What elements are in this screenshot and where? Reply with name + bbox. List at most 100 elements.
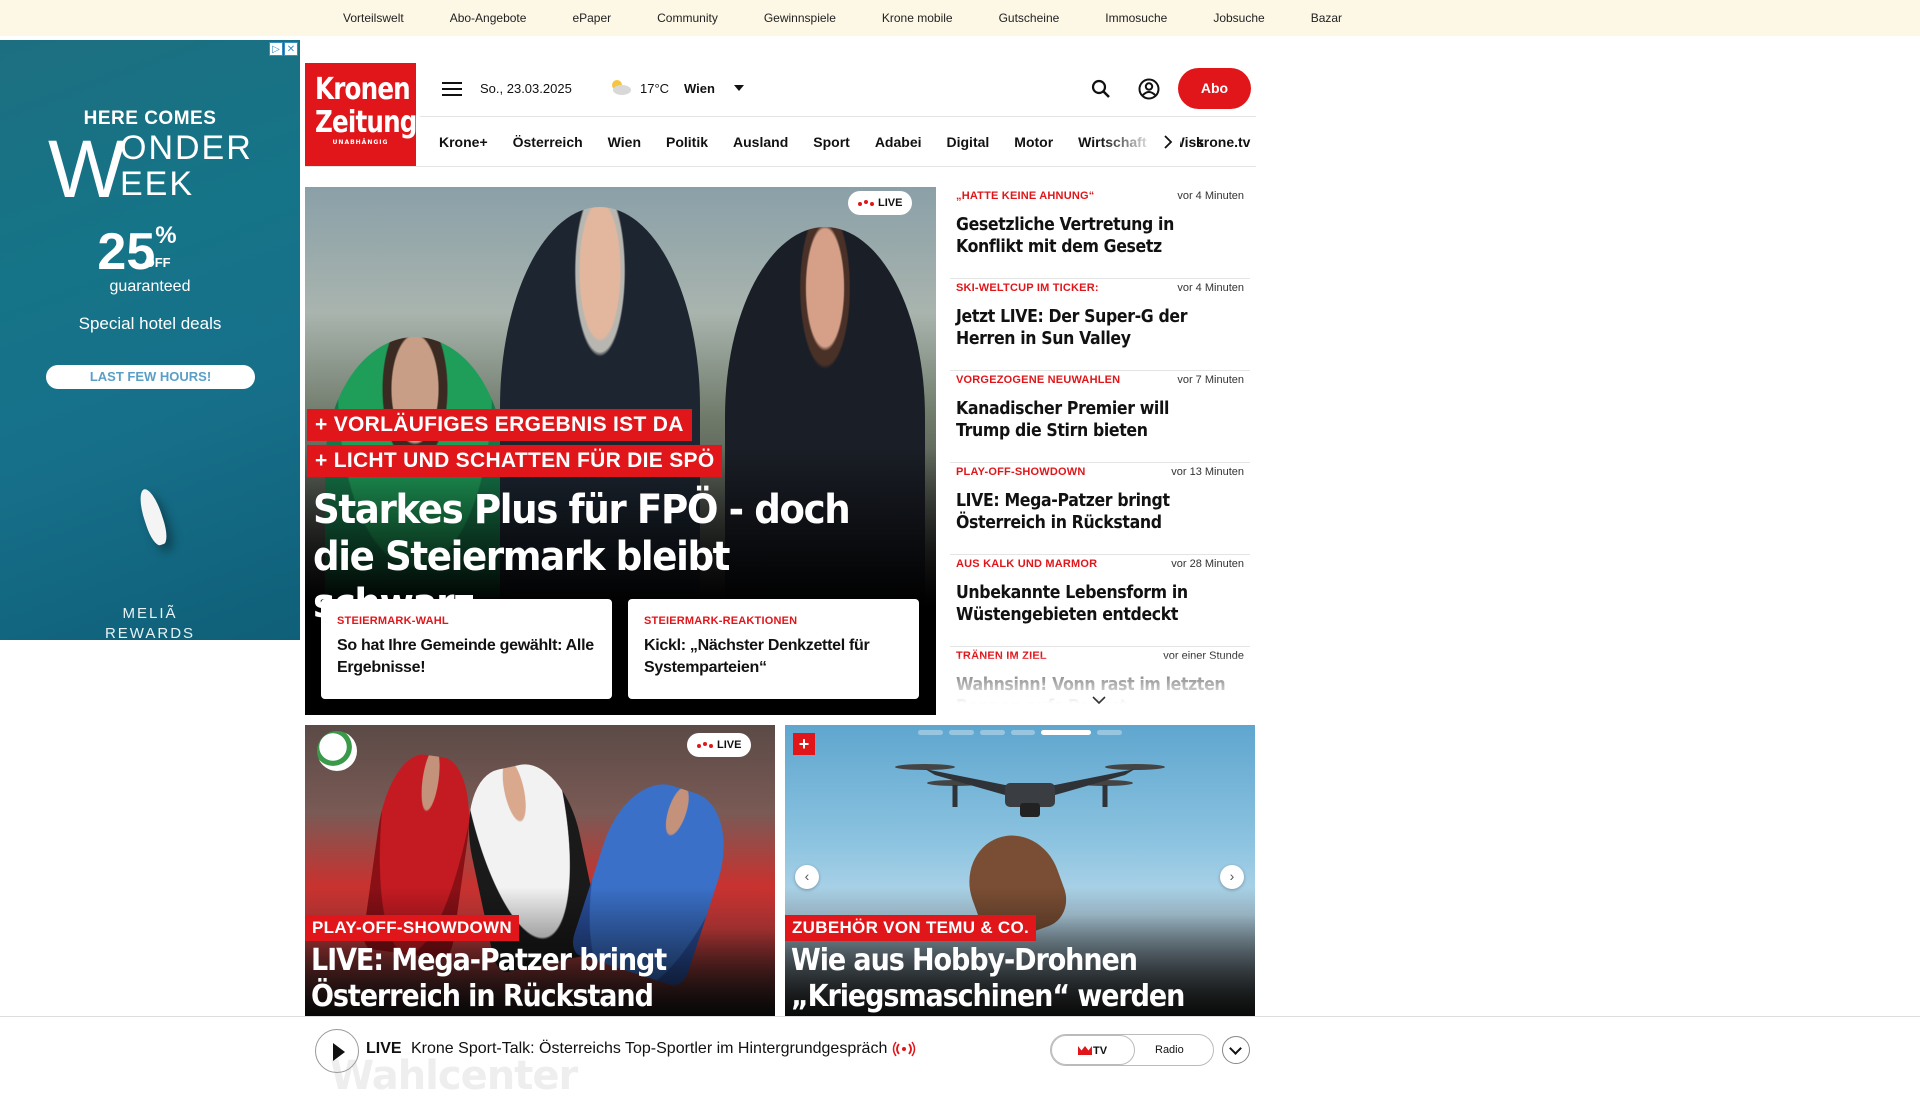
ad-sponsor-name: MELIÃ [122, 605, 178, 622]
nav-item[interactable]: Adabei [875, 134, 922, 150]
chevron-down-icon[interactable] [1092, 695, 1106, 705]
ad-discount-off: OFF [144, 255, 171, 270]
ticker-item[interactable]: VORGEZOGENE NEUWAHLEN vor 7 Minuten Kanadi… [950, 371, 1250, 463]
carousel-next-button[interactable]: › [1220, 865, 1244, 889]
ad-choices[interactable]: ▷ ✕ [268, 42, 298, 56]
ticker-time: vor 4 Minuten [1177, 282, 1244, 294]
nav-item[interactable]: Österreich [513, 134, 583, 150]
utility-link[interactable]: Gewinnspiele [764, 11, 836, 25]
carousel-prev-button[interactable]: ‹ [795, 865, 819, 889]
ad-deals: Special hotel deals [78, 314, 222, 333]
ad-headline: HERE COMES [83, 108, 217, 129]
card-title-line1: Wie aus Hobby-Drohnen [791, 943, 1138, 978]
nav-item[interactable]: Wien [608, 134, 641, 150]
ad-discount: 25% OFF [0, 222, 300, 282]
player-title[interactable]: Krone Sport-Talk: Österreichs Top-Sportl… [411, 1040, 887, 1058]
temperature: 17°C [640, 81, 670, 96]
article-card[interactable]: LIVE PLAY-OFF-SHOWDOWN LIVE: Mega-Patzer… [305, 725, 775, 1017]
crown-icon [1078, 1046, 1092, 1055]
ticker-time: vor 28 Minuten [1171, 558, 1244, 570]
kronen-zeitung-logo[interactable]: Kronen Zeitung UNABHÄNGIG [305, 63, 417, 166]
ticker-headline: LIVE: Mega-Patzer bringt Österreich in R… [956, 491, 1170, 533]
live-dots-icon [697, 742, 713, 748]
city-selector[interactable]: Wien [684, 81, 715, 96]
utility-link[interactable]: ePaper [572, 11, 611, 25]
tv-label: TV [1092, 1045, 1108, 1057]
hero-kicker-1[interactable]: + VORLÄUFIGES ERGEBNIS IST DA [307, 409, 692, 441]
ticker-headline: Unbekannte Lebensform in Wüstengebieten … [956, 583, 1188, 625]
expand-player-button[interactable] [1222, 1036, 1250, 1064]
utility-link[interactable]: Jobsuche [1213, 11, 1264, 25]
ad-close-icon[interactable]: ✕ [284, 42, 298, 56]
utility-link[interactable]: Community [657, 11, 718, 25]
utility-link[interactable]: Abo-Angebote [450, 11, 527, 25]
ticker-fade [950, 657, 1250, 715]
tv-radio-toggle[interactable]: TV Radio [1050, 1034, 1214, 1066]
ticker-headline: Kanadischer Premier will Trump die Stirn… [956, 399, 1170, 441]
live-badge-label: LIVE [717, 739, 742, 751]
news-ticker: „HATTE KEINE AHNUNG“ vor 4 Minuten Gesetzl… [950, 187, 1250, 715]
search-icon[interactable] [1091, 79, 1111, 99]
utility-link[interactable]: Bazar [1311, 11, 1342, 25]
ticker-item[interactable]: „HATTE KEINE AHNUNG“ vor 4 Minuten Gesetzl… [950, 187, 1250, 279]
account-icon[interactable] [1138, 78, 1160, 100]
ticker-item[interactable]: PLAY-OFF-SHOWDOWN vor 13 Minuten LIVE: Meg… [950, 463, 1250, 555]
article-card[interactable]: + ‹ › ZUBEHÖR VON TEMU & CO. Wie aus Hob… [785, 725, 1255, 1017]
nav-item[interactable]: Digital [947, 134, 990, 150]
utility-link[interactable]: Gutscheine [999, 11, 1060, 25]
hero-subcard[interactable]: STEIERMARK-REAKTIONEN Kickl: „Nächster D… [628, 599, 919, 699]
card-title-line2: „Kriegsmaschinen“ werden [791, 979, 1185, 1014]
football-icon [317, 731, 357, 771]
ticker-list: „HATTE KEINE AHNUNG“ vor 4 Minuten Gesetzl… [950, 187, 1250, 715]
play-button[interactable] [315, 1029, 359, 1073]
hero-article[interactable]: LIVE + VORLÄUFIGES ERGEBNIS IST DA + LIC… [305, 187, 936, 715]
abo-button[interactable]: Abo [1178, 68, 1251, 109]
carousel-indicators[interactable] [915, 730, 1125, 735]
ad-cta-button[interactable]: LAST FEW HOURS! [46, 365, 255, 389]
ad-sponsor-program: REWARDS [104, 625, 196, 640]
nav-krone-tv[interactable]: krone.tv [1196, 134, 1250, 150]
current-date: So., 23.03.2025 [480, 81, 572, 96]
card-kicker: ZUBEHÖR VON TEMU & CO. [785, 915, 1037, 941]
ticker-item[interactable]: SKI-WELTCUP IM TICKER: vor 4 Minuten Jetzt… [950, 279, 1250, 371]
menu-icon[interactable] [442, 82, 462, 96]
ad-info-icon[interactable]: ▷ [269, 42, 283, 56]
nav-item[interactable]: Sport [813, 134, 850, 150]
subcard-kicker: STEIERMARK-REAKTIONEN [644, 615, 798, 627]
hero-headline-line1: Starkes Plus für FPÖ - doch [313, 487, 851, 533]
live-badge-label: LIVE [878, 197, 903, 209]
ticker-time: vor 4 Minuten [1177, 190, 1244, 202]
utility-link[interactable]: Vorteilswelt [343, 11, 404, 25]
hero-kicker-2[interactable]: + LICHT UND SCHATTEN FÜR DIE SPÖ [307, 445, 723, 477]
tv-toggle-option[interactable]: TV [1051, 1035, 1135, 1065]
boat-image [135, 486, 171, 548]
ticker-time: vor 13 Minuten [1171, 466, 1244, 478]
logo-tagline: UNABHÄNGIG [332, 139, 389, 146]
radio-toggle-option[interactable]: Radio [1155, 1035, 1184, 1065]
ad-guaranteed: guaranteed [109, 278, 191, 295]
nav-item[interactable]: Motor [1014, 134, 1053, 150]
chevron-right-icon[interactable] [1163, 135, 1173, 149]
main-navigation: Krone+ Österreich Wien Politik Ausland Sport A… [420, 116, 1256, 167]
card-title-line2: Österreich in Rückstand [311, 979, 654, 1014]
top-utility-bar: Vorteilswelt Abo-Angebote ePaper Community G… [0, 0, 1920, 36]
krone-plus-icon: + [793, 733, 815, 755]
utility-link[interactable]: Krone mobile [882, 11, 953, 25]
wahlcenter-ghost-text: Wahlcenter [330, 1053, 578, 1099]
chevron-down-icon[interactable] [734, 85, 744, 91]
subcard-title: So hat Ihre Gemeinde gewählt: Alle Ergeb… [337, 637, 594, 676]
ad-discount-sign: % [155, 222, 177, 249]
ticker-item[interactable]: AUS KALK UND MARMOR vor 28 Minuten Unbekan… [950, 555, 1250, 647]
ad-discount-value: 25 [97, 223, 156, 281]
player-live-label: LIVE [366, 1040, 402, 1057]
nav-item[interactable]: Politik [666, 134, 708, 150]
hotel-ad-banner[interactable]: ▷ ✕ HERE COMES W ONDER EEK 25% OFF guaran… [0, 40, 300, 640]
logo-line1: Kronen [314, 72, 411, 107]
utility-link[interactable]: Immosuche [1105, 11, 1167, 25]
nav-item[interactable]: Ausland [733, 134, 788, 150]
header-divider [305, 166, 1256, 167]
live-badge: LIVE [848, 191, 913, 215]
broadcast-icon [892, 1041, 916, 1057]
hero-subcard[interactable]: STEIERMARK-WAHL So hat Ihre Gemeinde gew… [321, 599, 612, 699]
nav-item[interactable]: Krone+ [439, 134, 488, 150]
